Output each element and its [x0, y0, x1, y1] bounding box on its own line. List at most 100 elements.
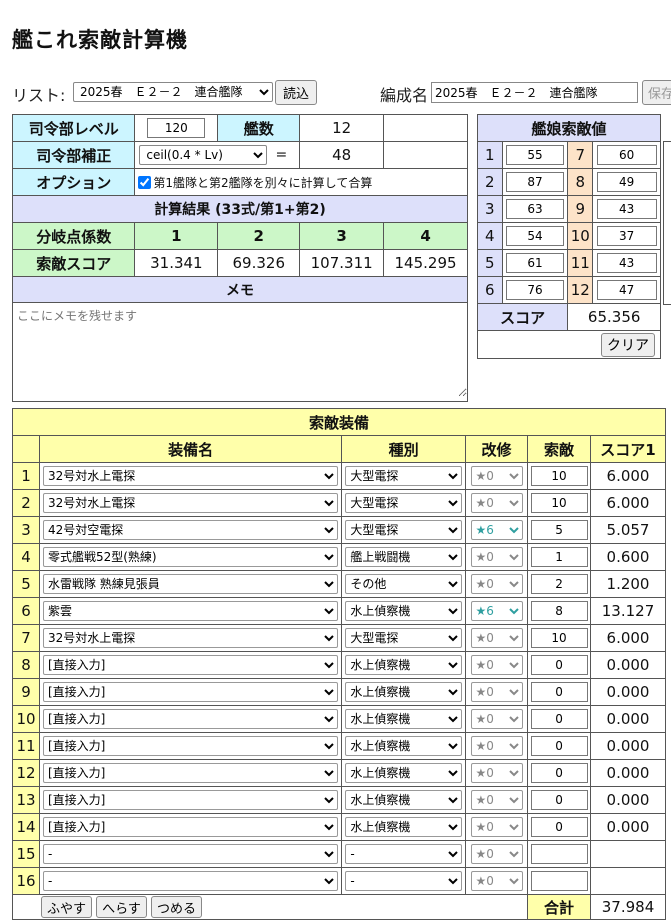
- improvement-select[interactable]: ★0: [470, 628, 523, 648]
- equipment-score: 0.000: [590, 813, 666, 841]
- equipment-name-select[interactable]: -: [42, 871, 339, 891]
- add-row-button[interactable]: ふやす: [41, 896, 93, 918]
- equipment-los-input[interactable]: [530, 871, 588, 891]
- ship-los-input[interactable]: [505, 280, 564, 300]
- improvement-select[interactable]: ★0: [470, 763, 523, 783]
- equipment-name-select[interactable]: 42号対空電探: [42, 520, 339, 540]
- equipment-los-input[interactable]: [530, 790, 588, 810]
- equipment-name-select[interactable]: [直接入力]: [42, 682, 339, 702]
- equipment-score: 0.000: [590, 759, 666, 787]
- equipment-type-select[interactable]: 水上偵察機: [345, 790, 463, 810]
- improvement-select[interactable]: ★0: [470, 790, 523, 810]
- equipment-type-select[interactable]: 水上偵察機: [345, 601, 463, 621]
- ship-los-input[interactable]: [596, 226, 657, 246]
- improvement-select[interactable]: ★0: [470, 736, 523, 756]
- equipment-los-input[interactable]: [530, 844, 588, 864]
- equipment-type-select[interactable]: 大型電探: [345, 520, 463, 540]
- improvement-select[interactable]: ★0: [470, 547, 523, 567]
- ship-los-input[interactable]: [505, 199, 564, 219]
- equipment-los-input[interactable]: [530, 493, 588, 513]
- equipment-type-select[interactable]: 水上偵察機: [345, 763, 463, 783]
- equipment-los-input[interactable]: [530, 601, 588, 621]
- improvement-select[interactable]: ★0: [470, 655, 523, 675]
- ship-los-input[interactable]: [596, 253, 657, 273]
- fleet-name-input[interactable]: [431, 82, 638, 103]
- improvement-select[interactable]: ★0: [470, 844, 523, 864]
- list-select[interactable]: 2025春 Ｅ２－２ 連合艦隊: [73, 82, 273, 102]
- equipment-type-select[interactable]: 水上偵察機: [345, 682, 463, 702]
- improvement-select[interactable]: ★0: [470, 466, 523, 486]
- equipment-type-select[interactable]: その他: [345, 574, 463, 594]
- ship-los-input[interactable]: [596, 172, 657, 192]
- option-text: 第1艦隊と第2艦隊を別々に計算して合算: [153, 175, 373, 190]
- equipment-los-input[interactable]: [530, 466, 588, 486]
- ship-los-input[interactable]: [505, 145, 564, 165]
- equipment-name-select[interactable]: -: [42, 844, 339, 864]
- equipment-type-select[interactable]: 水上偵察機: [345, 655, 463, 675]
- improvement-select[interactable]: ★6: [470, 601, 523, 621]
- equipment-type-select[interactable]: 艦上戦闘機: [345, 547, 463, 567]
- compact-rows-button[interactable]: つめる: [151, 896, 203, 918]
- equipment-los-input[interactable]: [530, 736, 588, 756]
- ship-los-input[interactable]: [505, 172, 564, 192]
- equipment-name-select[interactable]: [直接入力]: [42, 790, 339, 810]
- equipment-los-input[interactable]: [530, 763, 588, 783]
- ship-los-input[interactable]: [596, 199, 657, 219]
- equipment-name-select[interactable]: 32号対水上電探: [42, 628, 339, 648]
- remove-row-button[interactable]: へらす: [96, 896, 147, 918]
- improvement-select[interactable]: ★0: [470, 709, 523, 729]
- clear-button[interactable]: クリア: [601, 332, 655, 357]
- col-type: 種別: [341, 435, 467, 463]
- load-button[interactable]: 読込: [275, 80, 317, 105]
- improvement-select[interactable]: ★0: [470, 817, 523, 837]
- equipment-type-select[interactable]: 大型電探: [345, 628, 463, 648]
- equipment-type-select[interactable]: -: [345, 844, 463, 864]
- ship-no: 10: [567, 222, 594, 250]
- ship-no: 11: [567, 249, 594, 277]
- equipment-name-select[interactable]: 零式艦戦52型(熟練): [42, 547, 339, 567]
- los-score-3: 107.311: [299, 249, 385, 277]
- equipment-type-select[interactable]: 大型電探: [345, 466, 463, 486]
- equipment-name-select[interactable]: 32号対水上電探: [42, 493, 339, 513]
- equipment-type-select[interactable]: 大型電探: [345, 493, 463, 513]
- equipment-type-select[interactable]: 水上偵察機: [345, 736, 463, 756]
- equipment-name-select[interactable]: [直接入力]: [42, 655, 339, 675]
- improvement-select[interactable]: ★0: [470, 574, 523, 594]
- equipment-type-select[interactable]: 水上偵察機: [345, 709, 463, 729]
- equipment-los-input[interactable]: [530, 547, 588, 567]
- equipment-type-select[interactable]: -: [345, 871, 463, 891]
- ship-los-input[interactable]: [596, 145, 657, 165]
- save-button[interactable]: 保存: [642, 80, 671, 105]
- ship-no: 9: [567, 195, 594, 223]
- page-title: 艦これ索敵計算機: [12, 28, 188, 52]
- equipment-los-input[interactable]: [530, 817, 588, 837]
- equipment-los-input[interactable]: [530, 682, 588, 702]
- equipment-los-input[interactable]: [530, 574, 588, 594]
- equipment-name-select[interactable]: [直接入力]: [42, 736, 339, 756]
- ship-los-input[interactable]: [505, 226, 564, 246]
- improvement-select[interactable]: ★0: [470, 871, 523, 891]
- ship-los-table: 艦娘索敵値 1 7 2 8 3 9 4 10 5 11 6 12 スコア 65.…: [476, 114, 661, 359]
- equipment-row: 342号対空電探大型電探 ★6 5.057: [12, 516, 666, 544]
- ship-los-input[interactable]: [596, 280, 657, 300]
- equipment-los-input[interactable]: [530, 520, 588, 540]
- equipment-name-select[interactable]: 水雷戦隊 熟練見張員: [42, 574, 339, 594]
- fleet-name-label: 編成名: [380, 86, 429, 105]
- separate-fleet-checkbox[interactable]: [138, 175, 152, 189]
- equipment-los-input[interactable]: [530, 628, 588, 648]
- equipment-name-select[interactable]: 紫雲: [42, 601, 339, 621]
- equipment-name-select[interactable]: [直接入力]: [42, 817, 339, 837]
- hq-level-input[interactable]: [147, 118, 206, 138]
- hq-correction-select[interactable]: ceil(0.4 * Lv): [139, 145, 268, 165]
- equipment-los-input[interactable]: [530, 655, 588, 675]
- equipment-type-select[interactable]: 水上偵察機: [345, 817, 463, 837]
- improvement-select[interactable]: ★0: [470, 682, 523, 702]
- equipment-name-select[interactable]: [直接入力]: [42, 763, 339, 783]
- memo-textarea[interactable]: [13, 303, 467, 397]
- equipment-los-input[interactable]: [530, 709, 588, 729]
- equipment-name-select[interactable]: [直接入力]: [42, 709, 339, 729]
- improvement-select[interactable]: ★0: [470, 493, 523, 513]
- equipment-name-select[interactable]: 32号対水上電探: [42, 466, 339, 486]
- improvement-select[interactable]: ★6: [470, 520, 523, 540]
- ship-los-input[interactable]: [505, 253, 564, 273]
